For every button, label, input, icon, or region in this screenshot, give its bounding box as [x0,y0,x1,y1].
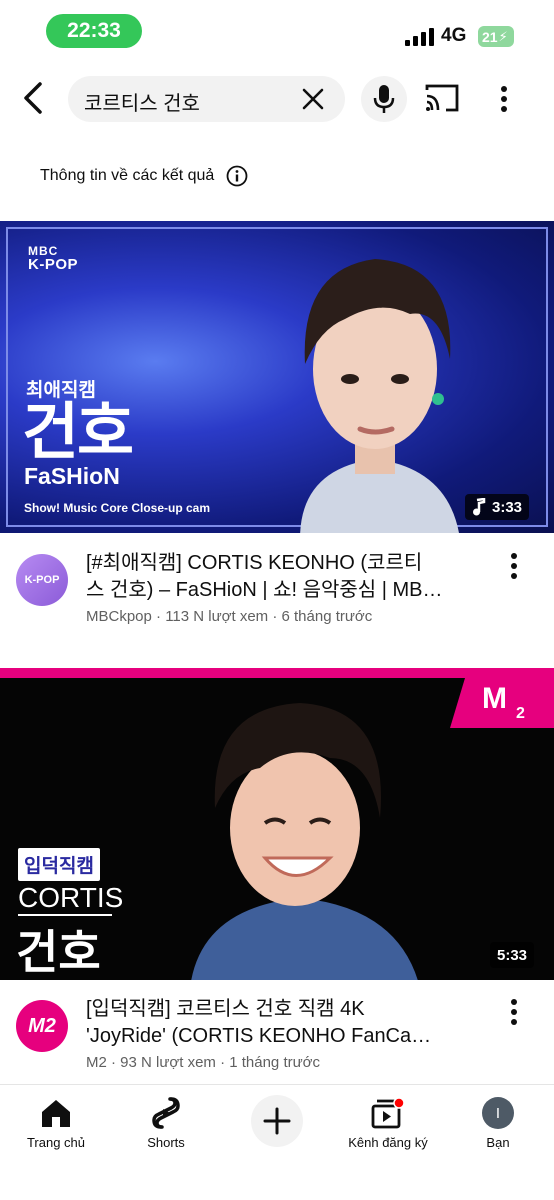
more-options-icon[interactable] [492,84,516,114]
svg-text:2: 2 [516,705,525,722]
status-bar: 22:33 4G 21 ⚡ [0,0,554,62]
thumbnail-subtitle: Show! Music Core Close-up cam [24,501,211,515]
status-time: 22:33 [46,14,142,48]
thumbnail-tag: 입덕직캠 [18,848,100,881]
home-icon [42,1100,70,1127]
subscriptions-icon [371,1097,405,1129]
clear-icon[interactable] [301,87,325,111]
thumbnail-group: CORTIS [18,882,124,913]
cast-icon[interactable] [424,82,460,114]
performer-image [191,703,418,980]
video-more-icon[interactable] [502,998,526,1026]
performer-image [300,259,459,533]
mbc-kpop-logo: MBC K-POP [28,244,79,273]
results-info[interactable]: Thông tin về các kết quả [40,162,248,190]
nav-subscriptions-label: Kênh đăng ký [348,1135,428,1150]
nav-home-label: Trang chủ [26,1135,86,1150]
search-header: 코르티스 건호 [0,62,554,134]
shorts-icon [152,1097,180,1129]
nav-you-label: Bạn [486,1135,510,1150]
search-input[interactable]: 코르티스 건호 [68,76,345,122]
duration-badge: 3:33 [465,494,530,520]
music-note-icon [473,498,486,516]
thumbnail-name: 건호 [16,925,101,979]
channel-avatar[interactable]: K-POP [16,554,68,606]
user-avatar: I [482,1097,514,1129]
thumbnail-name: 건호 [22,395,134,468]
video-subtitle: M2 · 93 N lượt xem · 1 tháng trước [86,1054,320,1071]
back-arrow-icon[interactable] [18,80,48,116]
channel-avatar[interactable]: M2 [16,1000,68,1052]
thumbnail-song: FaSHioN [24,463,120,489]
video-meta[interactable]: K-POP [#최애직캠] CORTIS KEONHO (코르티 스 건호) –… [0,538,554,638]
duration-text: 5:33 [497,946,528,964]
svg-text:M: M [482,682,507,715]
search-query: 코르티스 건호 [84,93,200,115]
nav-subscriptions[interactable]: Kênh đăng ký [338,1095,438,1150]
nav-home[interactable]: Trang chủ [6,1095,106,1150]
nav-you[interactable]: I Bạn [448,1095,548,1150]
m2-logo: M 2 [450,668,554,728]
duration-text: 3:33 [492,498,523,516]
battery-icon: 21 ⚡ [478,26,514,47]
video-more-icon[interactable] [502,552,526,580]
video-thumbnail[interactable]: M 2 입덕직캠 CORTIS 건호 5:33 [0,668,554,980]
microphone-icon [373,85,395,113]
results-info-label: Thông tin về các kết quả [40,167,215,184]
network-type: 4G [441,25,467,46]
video-title[interactable]: [#최애직캠] CORTIS KEONHO (코르티 스 건호) – FaSHi… [86,550,486,604]
nav-shorts[interactable]: Shorts [116,1095,216,1150]
video-meta[interactable]: M2 [입덕직캠] 코르티스 건호 직캠 4K 'JoyRide' (CORTI… [0,984,554,1084]
nav-shorts-label: Shorts [147,1135,185,1150]
plus-icon [263,1107,291,1135]
video-title[interactable]: [입덕직캠] 코르티스 건호 직캠 4K 'JoyRide' (CORTIS K… [86,996,486,1050]
duration-badge: 5:33 [490,942,535,968]
info-icon[interactable] [226,165,248,187]
bottom-navigation: Trang chủ Shorts Kênh đăng ký I Bạn [0,1084,554,1200]
video-thumbnail[interactable]: MBC K-POP 최애직캠 건호 FaSHioN Show! Music Co… [0,221,554,533]
video-subtitle: MBCkpop · 113 N lượt xem · 6 tháng trước [86,608,373,625]
create-button[interactable] [251,1095,303,1147]
battery-level: 21 [482,28,498,45]
voice-search-button[interactable] [361,76,407,122]
signal-icon [405,28,435,46]
